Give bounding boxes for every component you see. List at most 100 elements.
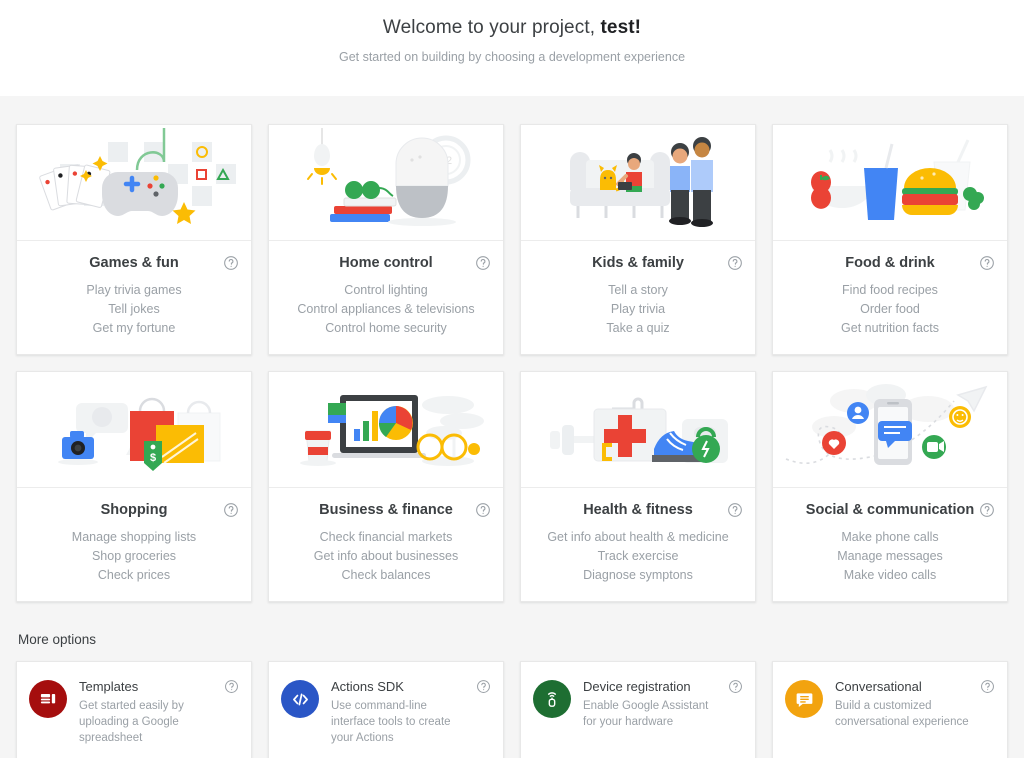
option-description: Use command-line interface tools to crea… bbox=[331, 700, 451, 744]
first-aid-sneaker-illustration bbox=[521, 372, 755, 488]
category-card-health-fitness[interactable]: Health & fitness Get info about health &… bbox=[520, 371, 756, 602]
help-circle-icon[interactable] bbox=[727, 255, 743, 271]
card-description-line: Tell a story bbox=[608, 283, 668, 297]
family-couch-illustration bbox=[521, 125, 755, 241]
card-description-line: Tell jokes bbox=[108, 302, 160, 316]
card-title: Home control bbox=[339, 255, 433, 271]
help-circle-icon[interactable] bbox=[475, 255, 491, 271]
category-card-kids-family[interactable]: Kids & family Tell a story Play trivia T… bbox=[520, 124, 756, 355]
option-title: Conversational bbox=[835, 679, 922, 694]
card-description-line: Order food bbox=[860, 302, 920, 316]
card-description-line: Check prices bbox=[97, 568, 171, 582]
category-card-food-drink[interactable]: Food & drink Find food recipes Order foo… bbox=[772, 124, 1008, 355]
smart-speaker-illustration: 72 bbox=[269, 125, 503, 241]
card-description-line: Control home security bbox=[325, 321, 447, 335]
svg-text:$: $ bbox=[150, 452, 156, 464]
card-title: Business & finance bbox=[319, 502, 453, 518]
page-subtitle: Get started on building by choosing a de… bbox=[338, 50, 686, 64]
card-header: Food & drink bbox=[785, 255, 995, 271]
option-title: Device registration bbox=[583, 679, 691, 694]
card-description-line: Manage messages bbox=[837, 549, 943, 563]
option-text: Device registration Enable Google Assist… bbox=[583, 678, 743, 730]
category-card-social-communication[interactable]: Social & communication Make phone calls … bbox=[772, 371, 1008, 602]
laptop-charts-illustration bbox=[269, 372, 503, 488]
game-controller-illustration bbox=[17, 125, 251, 241]
help-circle-icon[interactable] bbox=[727, 502, 743, 518]
option-description: Build a customized conversational experi… bbox=[835, 700, 969, 728]
help-circle-icon[interactable] bbox=[224, 679, 239, 694]
category-card-shopping[interactable]: $ Shopping Manage shopping lists Shop gr… bbox=[16, 371, 252, 602]
card-description-line: Play trivia games bbox=[86, 283, 182, 297]
option-card-templates[interactable]: Templates Get started easily by uploadin… bbox=[16, 661, 252, 758]
code-brackets-icon bbox=[281, 680, 319, 718]
card-body: Kids & family Tell a story Play trivia T… bbox=[521, 241, 755, 354]
more-options-grid: Templates Get started easily by uploadin… bbox=[16, 661, 1008, 758]
card-description-line: Track exercise bbox=[597, 549, 679, 563]
smart-device-icon bbox=[533, 680, 571, 718]
card-body: Food & drink Find food recipes Order foo… bbox=[773, 241, 1007, 354]
page-title-prefix: Welcome to your project, bbox=[382, 17, 596, 38]
shopping-bags-illustration: $ bbox=[17, 372, 251, 488]
spreadsheet-template-icon bbox=[29, 680, 67, 718]
page-title: Welcome to your project, test! bbox=[383, 17, 641, 39]
project-name: test! bbox=[600, 17, 642, 38]
help-circle-icon[interactable] bbox=[223, 255, 239, 271]
phone-social-illustration bbox=[773, 372, 1007, 488]
option-card-device-registration[interactable]: Device registration Enable Google Assist… bbox=[520, 661, 756, 758]
help-circle-icon[interactable] bbox=[979, 502, 995, 518]
option-card-actions-sdk[interactable]: Actions SDK Use command-line interface t… bbox=[268, 661, 504, 758]
help-circle-icon[interactable] bbox=[475, 502, 491, 518]
card-description-line: Check financial markets bbox=[319, 530, 453, 544]
help-circle-icon[interactable] bbox=[476, 679, 491, 694]
option-title: Templates bbox=[79, 679, 139, 694]
card-body: Health & fitness Get info about health &… bbox=[521, 488, 755, 601]
card-description-line: Make video calls bbox=[843, 568, 937, 582]
option-description: Enable Google Assistant for your hardwar… bbox=[583, 700, 709, 728]
card-body: Business & finance Check financial marke… bbox=[269, 488, 503, 601]
card-header: Social & communication bbox=[785, 502, 995, 518]
category-card-grid: Games & fun Play trivia games Tell jokes… bbox=[16, 124, 1008, 602]
card-description-line: Get info about businesses bbox=[313, 549, 459, 563]
card-body: Social & communication Make phone calls … bbox=[773, 488, 1007, 601]
help-circle-icon[interactable] bbox=[980, 679, 995, 694]
card-description-line: Get info about health & medicine bbox=[547, 530, 729, 544]
card-description-line: Control lighting bbox=[344, 283, 428, 297]
card-header: Home control bbox=[281, 255, 491, 271]
more-options-heading: More options bbox=[18, 632, 97, 647]
card-title: Kids & family bbox=[592, 255, 684, 271]
card-description-line: Shop groceries bbox=[91, 549, 177, 563]
card-title: Food & drink bbox=[845, 255, 935, 271]
category-card-games-fun[interactable]: Games & fun Play trivia games Tell jokes… bbox=[16, 124, 252, 355]
card-title: Games & fun bbox=[89, 255, 179, 271]
category-card-home-control[interactable]: 72 bbox=[268, 124, 504, 355]
card-header: Games & fun bbox=[29, 255, 239, 271]
option-card-conversational[interactable]: Conversational Build a customized conver… bbox=[772, 661, 1008, 758]
card-description-line: Take a quiz bbox=[606, 321, 670, 335]
option-text: Templates Get started easily by uploadin… bbox=[79, 678, 239, 746]
option-description: Get started easily by uploading a Google… bbox=[79, 700, 184, 744]
card-title: Social & communication bbox=[805, 502, 975, 518]
option-title: Actions SDK bbox=[331, 679, 404, 694]
card-header: Shopping bbox=[29, 502, 239, 518]
card-header: Business & finance bbox=[281, 502, 491, 518]
help-circle-icon[interactable] bbox=[979, 255, 995, 271]
card-description-line: Control appliances & televisions bbox=[297, 302, 475, 316]
card-title: Health & fitness bbox=[583, 502, 693, 518]
help-circle-icon[interactable] bbox=[223, 502, 239, 518]
chat-bubble-icon bbox=[785, 680, 823, 718]
category-card-business-finance[interactable]: Business & finance Check financial marke… bbox=[268, 371, 504, 602]
page-header: Welcome to your project, test! Get start… bbox=[0, 0, 1024, 96]
card-description-line: Find food recipes bbox=[842, 283, 938, 297]
help-circle-icon[interactable] bbox=[728, 679, 743, 694]
card-description-line: Manage shopping lists bbox=[71, 530, 197, 544]
card-description-line: Play trivia bbox=[610, 302, 666, 316]
burger-drink-illustration bbox=[773, 125, 1007, 241]
card-description-line: Diagnose symptons bbox=[583, 568, 693, 582]
card-body: Games & fun Play trivia games Tell jokes… bbox=[17, 241, 251, 354]
option-text: Conversational Build a customized conver… bbox=[835, 678, 995, 730]
card-title: Shopping bbox=[100, 502, 168, 518]
card-header: Kids & family bbox=[533, 255, 743, 271]
content-area: Games & fun Play trivia games Tell jokes… bbox=[0, 96, 1024, 758]
card-body: Shopping Manage shopping lists Shop groc… bbox=[17, 488, 251, 601]
card-description-line: Get my fortune bbox=[92, 321, 176, 335]
